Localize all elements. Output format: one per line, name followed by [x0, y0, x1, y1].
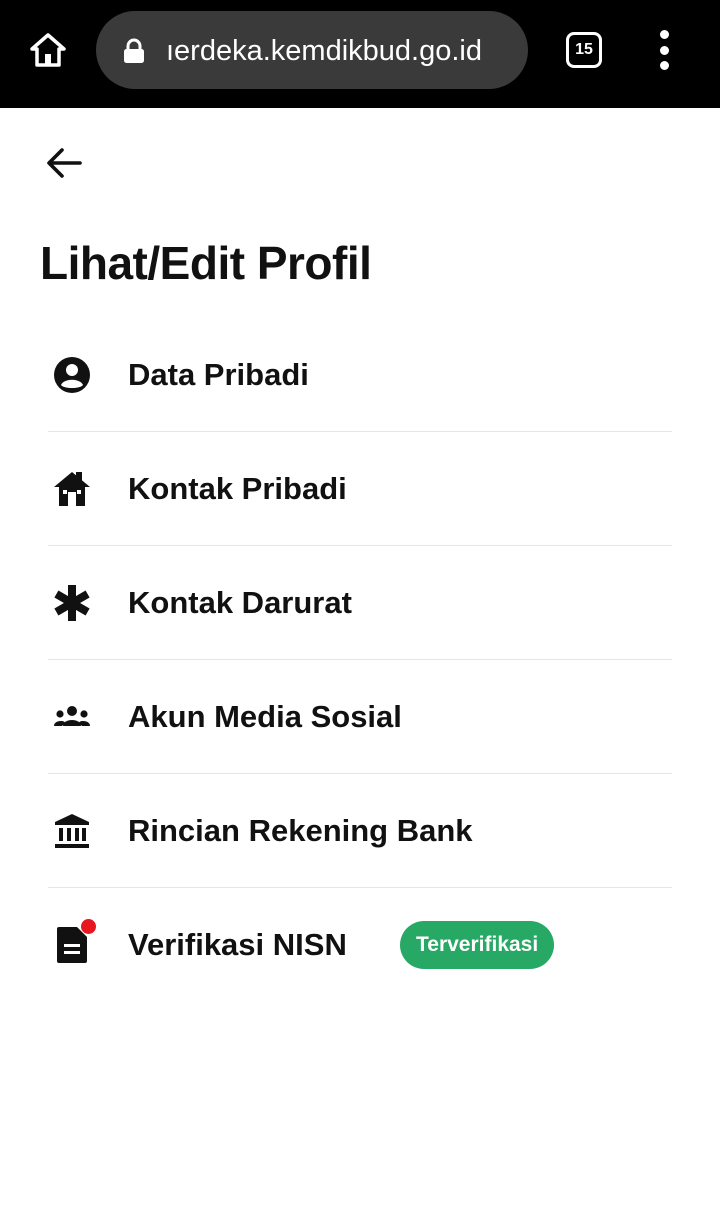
- lock-icon: [124, 38, 144, 63]
- menu-item-verifikasi-nisn[interactable]: Verifikasi NISN Terverifikasi: [48, 888, 672, 1001]
- menu-item-label: Verifikasi NISN: [128, 926, 347, 962]
- back-button[interactable]: [38, 140, 90, 186]
- home-icon: [52, 469, 92, 509]
- menu-item-label: Data Pribadi: [128, 356, 309, 392]
- home-outline-icon: [30, 33, 66, 67]
- arrow-left-icon: [47, 148, 82, 178]
- page-title: Lihat/Edit Profil: [40, 237, 372, 289]
- menu-item-data-pribadi[interactable]: Data Pribadi: [48, 318, 672, 432]
- status-badge: Terverifikasi: [400, 920, 555, 969]
- address-bar[interactable]: ıerdeka.kemdikbud.go.id: [96, 11, 528, 89]
- menu-dot: [659, 45, 669, 55]
- menu-item-label: Rincian Rekening Bank: [128, 812, 473, 848]
- menu-dot: [659, 30, 669, 39]
- menu-item-label: Kontak Pribadi: [128, 470, 347, 506]
- browser-toolbar: ıerdeka.kemdikbud.go.id 15: [0, 0, 720, 108]
- menu-item-label: Kontak Darurat: [128, 584, 352, 620]
- home-button[interactable]: [24, 26, 72, 74]
- document-icon: [52, 918, 96, 965]
- menu-item-rincian-rekening-bank[interactable]: Rincian Rekening Bank: [48, 774, 672, 888]
- notification-dot: [81, 918, 96, 934]
- menu-dot: [659, 61, 669, 70]
- profile-menu: Data Pribadi Kontak Pribadi Kontak Darur…: [48, 318, 672, 1001]
- menu-item-akun-media-sosial[interactable]: Akun Media Sosial: [48, 660, 672, 774]
- menu-item-kontak-pribadi[interactable]: Kontak Pribadi: [48, 432, 672, 546]
- menu-item-label: Akun Media Sosial: [128, 698, 402, 734]
- people-group-icon: [52, 697, 92, 737]
- tab-switcher-button[interactable]: 15: [562, 28, 606, 72]
- menu-item-kontak-darurat[interactable]: Kontak Darurat: [48, 546, 672, 660]
- browser-menu-button[interactable]: [644, 28, 684, 72]
- tab-count: 15: [566, 32, 602, 68]
- account-circle-icon: [52, 355, 92, 395]
- asterisk-icon: [52, 583, 92, 623]
- bank-icon: [52, 811, 92, 851]
- url-text: ıerdeka.kemdikbud.go.id: [166, 35, 482, 67]
